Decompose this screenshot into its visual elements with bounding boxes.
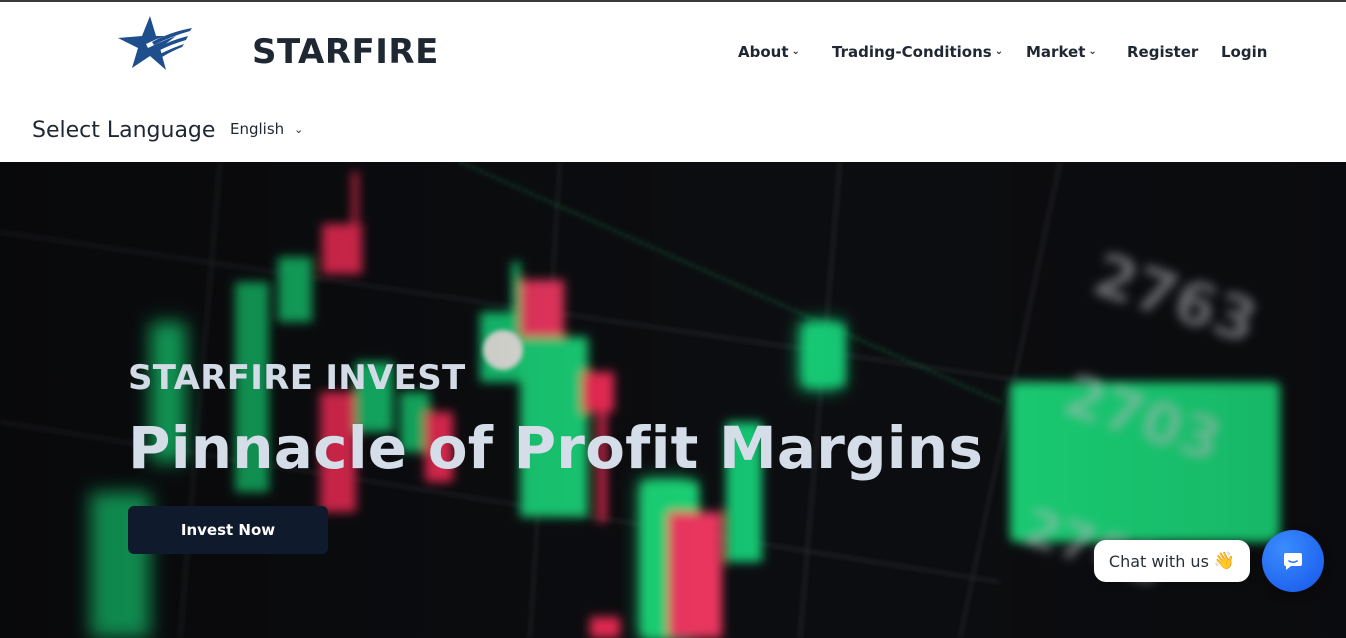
language-selected: English	[230, 120, 285, 138]
nav-about[interactable]: About ⌄	[738, 40, 800, 64]
chevron-down-icon: ⌄	[1088, 45, 1097, 57]
chat-icon	[1284, 553, 1302, 570]
language-bar: Select Language English ⌄	[0, 98, 1346, 162]
nav-trading-label: Trading-Conditions	[832, 43, 992, 61]
chat-launcher-button[interactable]	[1262, 530, 1324, 592]
chat-with-us-bubble[interactable]: Chat with us 👋	[1094, 540, 1250, 582]
chat-bubble-text: Chat with us	[1108, 551, 1209, 571]
star-logo-icon[interactable]	[116, 14, 192, 74]
nav-register-label: Register	[1127, 43, 1199, 61]
nav-trading-conditions[interactable]: Trading-Conditions ⌄	[832, 40, 1003, 64]
brand-name[interactable]: STARFIRE	[252, 32, 439, 72]
site-header: STARFIRE About ⌄ Trading-Conditions ⌄ Ma…	[0, 2, 1346, 98]
chevron-down-icon: ⌄	[294, 122, 304, 136]
nav-login-label: Login	[1221, 43, 1268, 61]
nav-market[interactable]: Market ⌄	[1026, 40, 1097, 64]
nav-login[interactable]: Login	[1221, 40, 1267, 64]
chevron-down-icon: ⌄	[994, 45, 1004, 57]
nav-about-label: About	[738, 43, 789, 61]
language-label: Select Language	[32, 118, 216, 143]
chevron-down-icon: ⌄	[791, 45, 800, 57]
hero-title: Pinnacle of Profit Margins	[128, 414, 984, 482]
waving-hand-icon: 👋	[1213, 551, 1236, 571]
language-select[interactable]: English ⌄	[230, 120, 303, 138]
nav-market-label: Market	[1026, 43, 1086, 61]
nav-register[interactable]: Register	[1127, 40, 1198, 64]
hero-kicker: STARFIRE INVEST	[128, 358, 466, 398]
invest-now-button[interactable]: Invest Now	[128, 506, 328, 554]
